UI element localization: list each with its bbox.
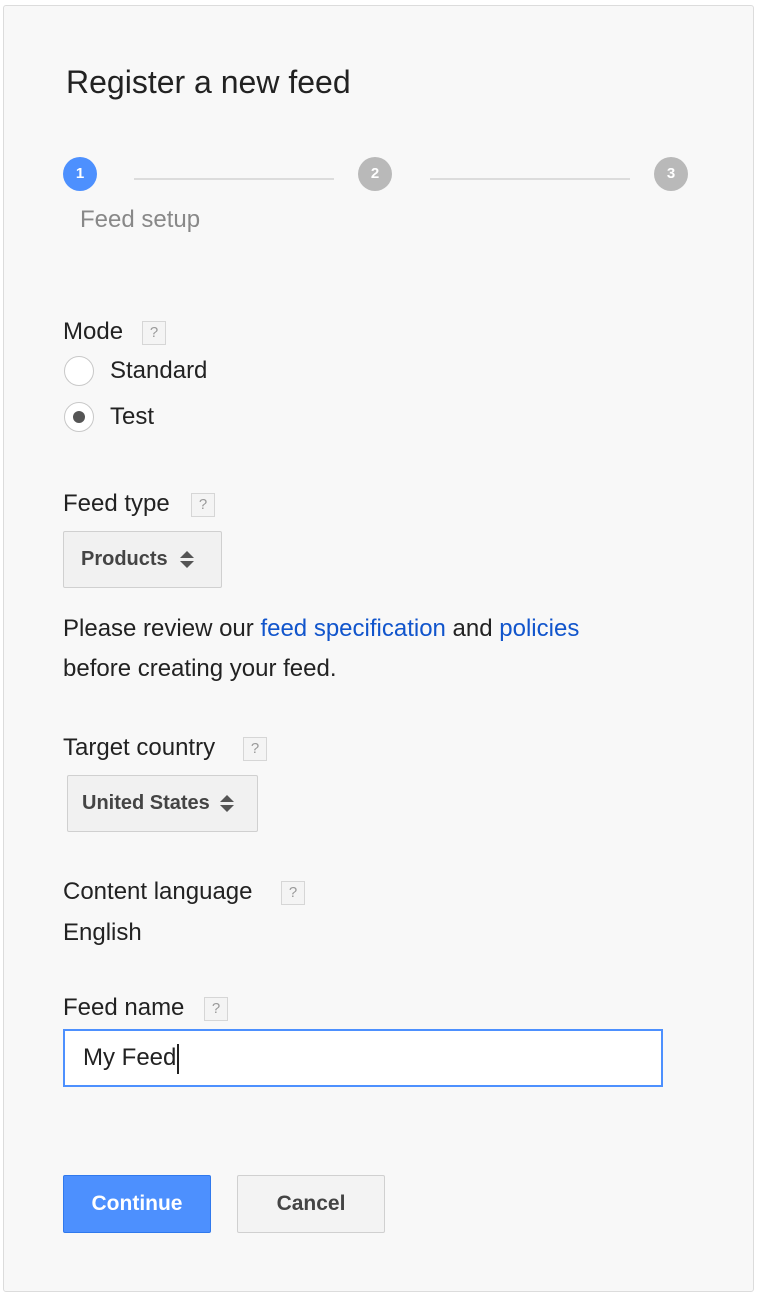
mode-help-icon[interactable]: ? [142, 321, 166, 345]
text-caret [177, 1043, 180, 1074]
content-language-value: English [63, 919, 142, 946]
feed-name-input-value: My Feed [83, 1044, 177, 1071]
content-language-help-icon[interactable]: ? [281, 881, 305, 905]
radio-test-label: Test [110, 403, 155, 430]
feed-name-input[interactable]: My Feed [63, 1029, 663, 1087]
target-country-select[interactable]: United States [67, 775, 258, 832]
step-connector-2 [430, 178, 630, 180]
target-country-selected-value: United States [82, 792, 210, 814]
content-language-label: Content language [63, 878, 253, 905]
policies-link[interactable]: policies [499, 615, 579, 642]
step-1-indicator: 1 [63, 157, 97, 191]
review-middle: and [445, 615, 500, 642]
radio-selected-dot [73, 411, 85, 423]
step-connector-1 [134, 178, 334, 180]
register-feed-panel: Register a new feed 1 2 3 Feed setup Mod… [3, 5, 754, 1292]
step-3-indicator: 3 [654, 157, 688, 191]
mode-label: Mode [63, 318, 124, 345]
feed-type-label: Feed type [63, 490, 170, 517]
target-country-help-icon[interactable]: ? [243, 737, 267, 761]
mode-option-standard[interactable]: Standard [64, 356, 207, 386]
mode-option-test[interactable]: Test [64, 402, 154, 432]
review-suffix: before creating your feed. [63, 655, 337, 682]
continue-button[interactable]: Continue [63, 1175, 211, 1233]
cancel-button[interactable]: Cancel [237, 1175, 385, 1233]
feed-type-selected-value: Products [81, 548, 168, 570]
feed-type-help-icon[interactable]: ? [191, 493, 215, 517]
review-prefix: Please review our [63, 615, 261, 642]
feed-name-label: Feed name [63, 994, 185, 1021]
current-step-label: Feed setup [80, 206, 201, 233]
radio-standard-label: Standard [110, 357, 208, 384]
select-arrows-icon [219, 795, 234, 812]
radio-test[interactable] [64, 402, 94, 432]
feed-specification-link[interactable]: feed specification [260, 615, 445, 642]
feed-name-help-icon[interactable]: ? [204, 997, 228, 1021]
target-country-label: Target country [63, 734, 216, 761]
review-notice: Please review our feed specification and… [63, 609, 703, 689]
step-2-indicator: 2 [358, 157, 392, 191]
feed-type-select[interactable]: Products [63, 531, 222, 588]
select-arrows-icon [179, 551, 194, 568]
radio-standard[interactable] [64, 356, 94, 386]
page-title: Register a new feed [66, 64, 351, 100]
